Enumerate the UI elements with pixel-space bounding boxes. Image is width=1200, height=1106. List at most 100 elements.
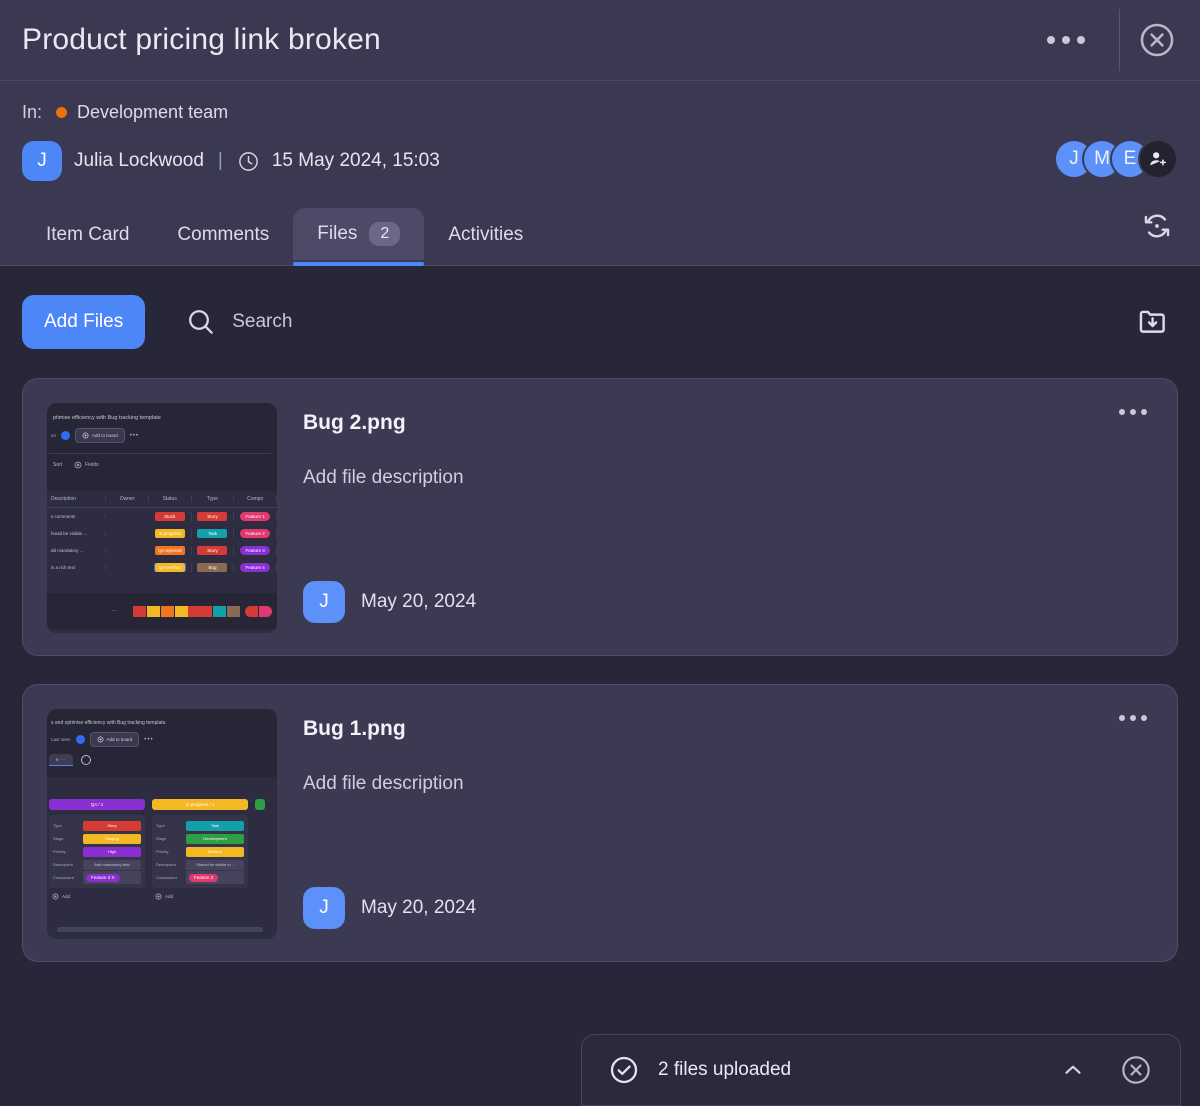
search-icon: [185, 306, 217, 338]
table-row: hould be visible ... In progress Task Fe…: [47, 525, 277, 542]
kanban-column: [255, 799, 265, 900]
title-bar-actions: [1029, 9, 1182, 71]
file-menu-button[interactable]: [1111, 401, 1155, 423]
tab-comments[interactable]: Comments: [153, 210, 293, 260]
tab-bar: Item Card Comments Files 2 Activities: [0, 183, 1200, 266]
avatar: J: [303, 581, 345, 623]
plus-circle-icon: [52, 893, 59, 900]
add-files-button[interactable]: Add Files: [22, 295, 145, 349]
download-all-button[interactable]: [1128, 297, 1178, 347]
ellipsis-icon: [1062, 36, 1070, 44]
author-row: J Julia Lockwood | 15 May 2024, 15:03 J …: [22, 139, 1178, 183]
kanban-column: QA / 1 TypeStory StageStaging PriorityHi…: [49, 799, 145, 900]
avatar: J: [303, 887, 345, 929]
toast-message: 2 files uploaded: [658, 1059, 1034, 1081]
kanban-column: In progress / 1 TypeTask StageDevelopmen…: [152, 799, 248, 900]
page-title: Product pricing link broken: [22, 23, 1029, 57]
file-info: Bug 1.png Add file description J May 20,…: [303, 709, 1153, 937]
board-location: In: Development team: [22, 97, 1178, 127]
file-thumbnail[interactable]: ptimise efficiency with Bug tracking tem…: [47, 403, 277, 633]
horizontal-scrollbar[interactable]: [57, 927, 263, 932]
file-description[interactable]: Add file description: [303, 467, 1153, 489]
tab-item-card[interactable]: Item Card: [22, 210, 153, 260]
file-card[interactable]: ptimise efficiency with Bug tracking tem…: [22, 378, 1178, 656]
tab-files[interactable]: Files 2: [293, 208, 424, 260]
file-menu-button[interactable]: [1111, 707, 1155, 729]
file-owner: J May 20, 2024: [303, 581, 476, 623]
ellipsis-icon: [1141, 715, 1147, 721]
ellipsis-icon: •••: [130, 433, 139, 439]
plus-circle-icon: [97, 736, 104, 743]
table-row: is a rich text QA verified Bug Feature 4: [47, 559, 277, 576]
kanban-board-screenshot: s and optimise efficiency with Bug track…: [47, 709, 277, 939]
table-row: s comments Stuck Story Feature 1: [47, 508, 277, 525]
refresh-sync-icon: [1140, 209, 1174, 243]
search-input[interactable]: Search: [185, 306, 1128, 338]
in-label: In:: [22, 102, 42, 123]
check-circle-icon: [608, 1054, 640, 1086]
member-avatars: J M E: [1054, 139, 1178, 179]
file-attachments-panel: Product pricing link broken In: Developm…: [0, 0, 1200, 1106]
title-bar: Product pricing link broken: [0, 0, 1200, 81]
ellipsis-icon: [1119, 715, 1125, 721]
separator: |: [218, 150, 223, 172]
item-meta-bar: In: Development team J Julia Lockwood | …: [0, 81, 1200, 183]
avatar[interactable]: J: [22, 141, 62, 181]
file-date: May 20, 2024: [361, 591, 476, 613]
ellipsis-icon: [1141, 409, 1147, 415]
files-toolbar: Add Files Search: [0, 266, 1200, 378]
tab-label: Item Card: [46, 224, 129, 246]
divider: [1119, 9, 1120, 71]
upload-toast: 2 files uploaded: [581, 1034, 1181, 1106]
thumb-avatar: [61, 431, 70, 440]
board-name[interactable]: Development team: [77, 102, 228, 123]
plus-circle-icon: [82, 432, 89, 439]
tab-activities[interactable]: Activities: [424, 210, 547, 260]
tab-label: Comments: [177, 224, 269, 246]
file-description[interactable]: Add file description: [303, 773, 1153, 795]
table-row: dd mandatory ... QA rejected Story Featu…: [47, 542, 277, 559]
plus-circle-icon: [155, 893, 162, 900]
ellipsis-icon: [1130, 715, 1136, 721]
toast-collapse-button[interactable]: [1052, 1049, 1094, 1091]
gear-icon: [81, 755, 91, 765]
tab-label: Files: [317, 223, 357, 245]
sync-button[interactable]: [1132, 201, 1182, 251]
chevron-up-icon: [1060, 1057, 1086, 1083]
search-placeholder: Search: [232, 311, 292, 333]
timestamp: 15 May 2024, 15:03: [272, 150, 440, 172]
file-list: ptimise efficiency with Bug tracking tem…: [0, 378, 1200, 962]
table-header-row: Description Owner Status Type Compo: [47, 491, 277, 508]
author-name: Julia Lockwood: [74, 150, 204, 172]
eye-icon: [74, 461, 82, 469]
tab-list: Item Card Comments Files 2 Activities: [22, 201, 1132, 265]
close-circle-icon: [1120, 1054, 1152, 1086]
table-view-screenshot: ptimise efficiency with Bug tracking tem…: [47, 403, 277, 633]
file-card[interactable]: s and optimise efficiency with Bug track…: [22, 684, 1178, 962]
clock-icon: [237, 150, 260, 173]
tab-badge-count: 2: [369, 222, 400, 246]
ellipsis-icon: •••: [144, 737, 153, 743]
file-thumbnail[interactable]: s and optimise efficiency with Bug track…: [47, 709, 277, 939]
file-info: Bug 2.png Add file description J May 20,…: [303, 403, 1153, 631]
file-name: Bug 2.png: [303, 411, 1153, 435]
thumb-avatar: [76, 735, 85, 744]
tab-label: Activities: [448, 224, 523, 246]
ellipsis-icon: [1077, 36, 1085, 44]
ellipsis-icon: [1130, 409, 1136, 415]
close-button[interactable]: [1132, 15, 1182, 65]
thumb-heading: ptimise efficiency with Bug tracking tem…: [53, 415, 271, 421]
thumb-heading: s and optimise efficiency with Bug track…: [51, 720, 273, 726]
file-owner: J May 20, 2024: [303, 887, 476, 929]
ellipsis-icon: [1047, 36, 1055, 44]
thumb-table: Description Owner Status Type Compo s co…: [47, 491, 277, 593]
folder-download-icon: [1136, 305, 1170, 339]
table-summary-row: —: [47, 593, 277, 629]
toast-close-button[interactable]: [1112, 1046, 1160, 1094]
ellipsis-icon: [1119, 409, 1125, 415]
file-name: Bug 1.png: [303, 717, 1153, 741]
more-options-button[interactable]: [1029, 22, 1103, 58]
add-member-button[interactable]: [1138, 139, 1178, 179]
table-row: [47, 576, 277, 593]
thumb-add-to-board-button: Add to board: [90, 732, 140, 747]
